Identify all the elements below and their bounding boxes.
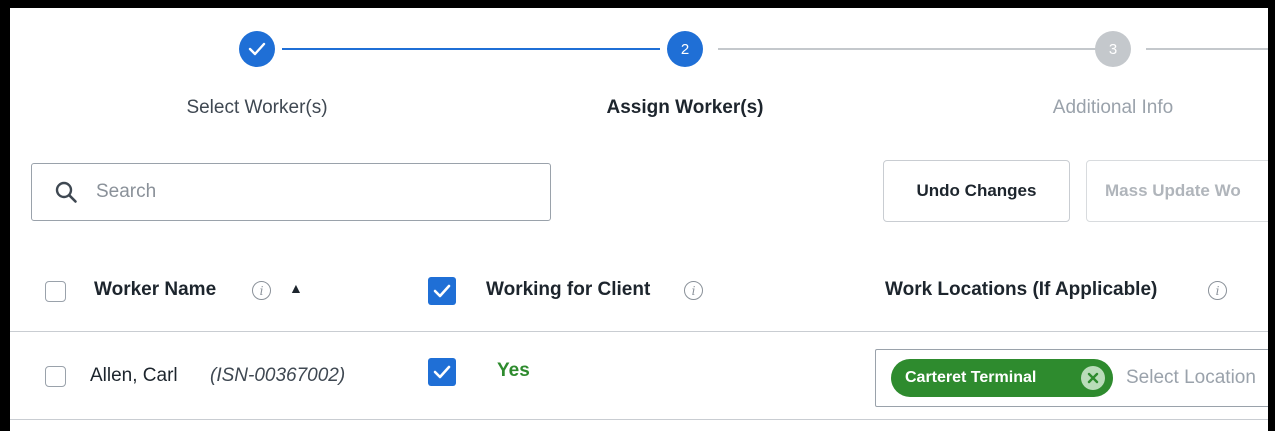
worker-name: Allen, Carl	[90, 365, 178, 386]
work-locations-info-icon[interactable]: i	[1208, 281, 1227, 300]
location-tag: Carteret Terminal	[891, 359, 1113, 397]
undo-changes-button[interactable]: Undo Changes	[883, 160, 1070, 222]
mass-update-button[interactable]: Mass Update Wo	[1086, 160, 1268, 222]
step-2-label: Assign Worker(s)	[606, 97, 764, 118]
checkmark-icon	[433, 365, 451, 379]
stepper-connector-2	[718, 48, 1096, 50]
working-status: Yes	[497, 360, 530, 381]
worker-name-header[interactable]: Worker Name	[94, 279, 216, 301]
stepper-connector-3	[1146, 48, 1268, 50]
working-for-client-checkbox[interactable]	[428, 358, 456, 386]
remove-tag-icon[interactable]	[1081, 366, 1105, 390]
close-icon	[1087, 372, 1099, 384]
sort-ascending-icon[interactable]: ▲	[289, 280, 303, 296]
checkmark-icon	[433, 284, 451, 298]
header-divider	[10, 331, 1268, 332]
location-tag-label: Carteret Terminal	[905, 369, 1037, 386]
step-3-circle: 3	[1095, 31, 1131, 67]
assign-workers-panel: 2 3 Select Worker(s) Assign Worker(s) Ad…	[10, 8, 1268, 431]
worker-name-info-icon[interactable]: i	[252, 281, 271, 300]
row-select-checkbox[interactable]	[45, 366, 66, 387]
row-divider	[10, 419, 1268, 420]
worker-isn: (ISN-00367002)	[210, 365, 346, 386]
working-for-client-all-checkbox[interactable]	[428, 277, 456, 305]
search-field[interactable]	[31, 163, 551, 221]
stepper-connector-1	[282, 48, 660, 50]
step-2-number: 2	[680, 40, 690, 58]
step-1-complete-icon[interactable]	[239, 31, 275, 67]
step-2-circle[interactable]: 2	[667, 31, 703, 67]
working-for-client-info-icon[interactable]: i	[684, 281, 703, 300]
step-1-label: Select Worker(s)	[186, 97, 328, 118]
select-all-checkbox[interactable]	[45, 281, 66, 302]
work-locations-header: Work Locations (If Applicable)	[885, 279, 1158, 300]
location-placeholder: Select Location	[1126, 367, 1256, 388]
location-select[interactable]: Carteret Terminal Select Location	[875, 349, 1268, 407]
working-for-client-header: Working for Client	[486, 279, 651, 300]
search-input[interactable]	[96, 181, 496, 203]
search-icon	[55, 181, 77, 203]
step-3-number: 3	[1108, 40, 1118, 58]
step-3-label: Additional Info	[1052, 97, 1174, 118]
checkmark-icon	[248, 42, 266, 56]
